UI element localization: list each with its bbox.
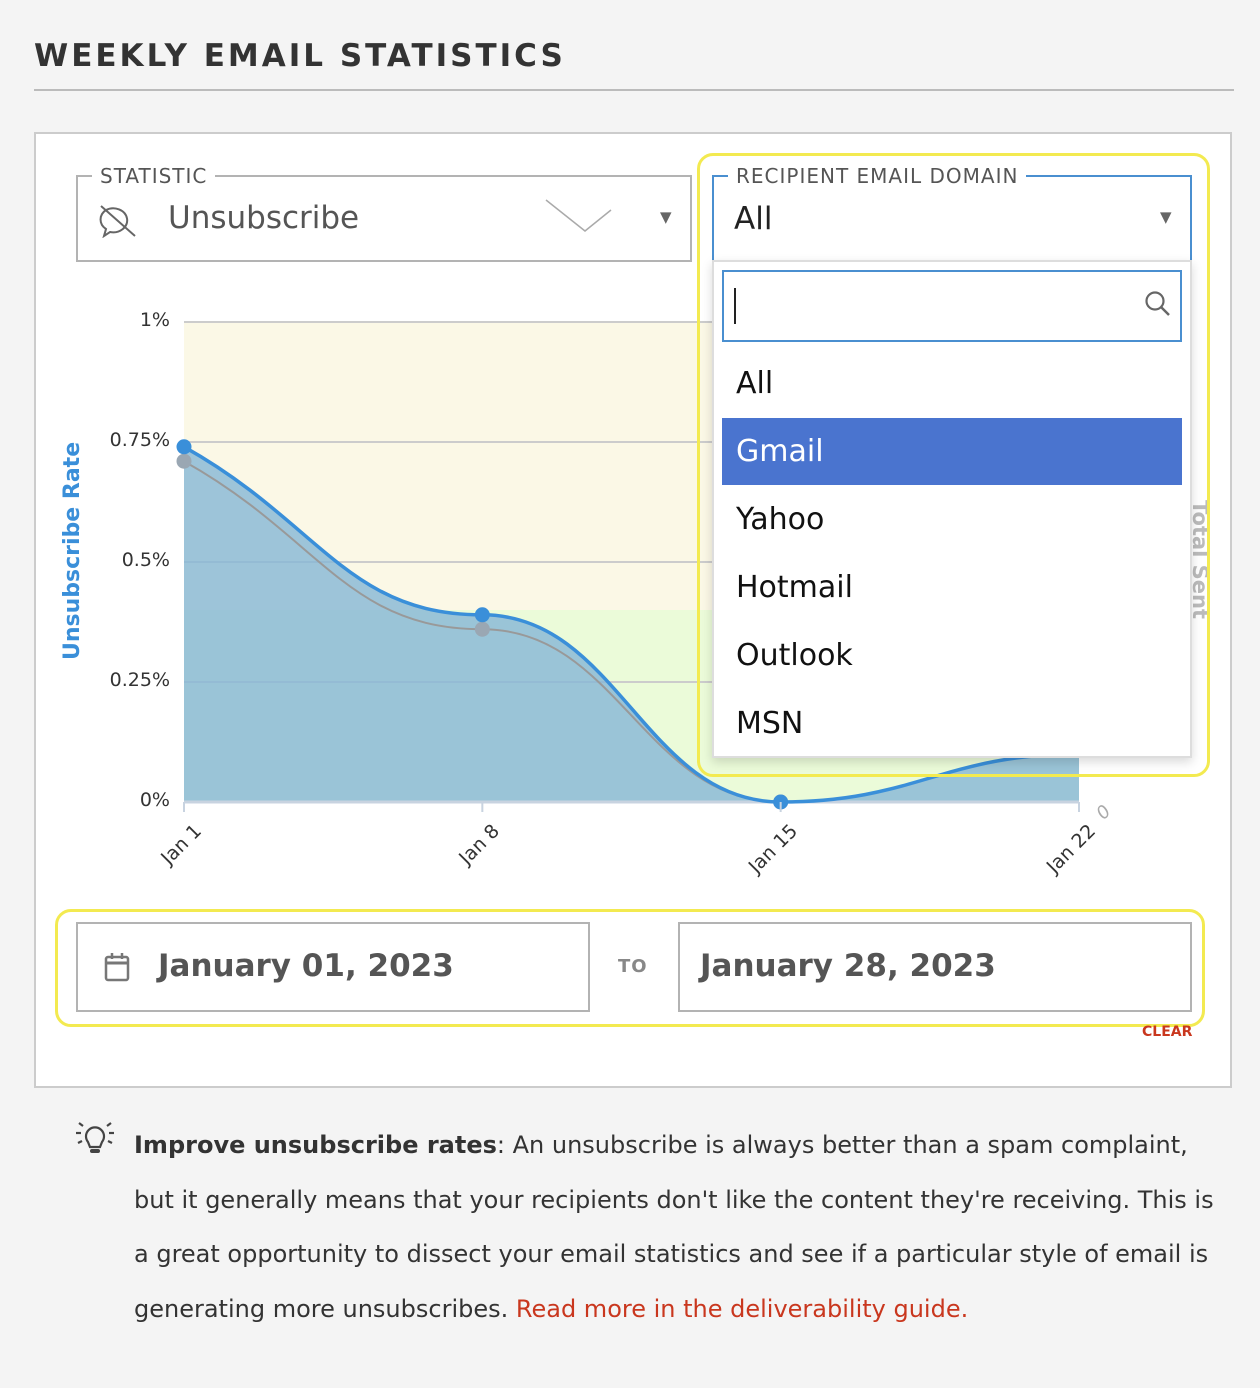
tip-text: Improve unsubscribe rates: An unsubscrib… xyxy=(134,1118,1214,1336)
y-tick-label: 0.25% xyxy=(109,669,170,691)
domain-search-input[interactable] xyxy=(722,270,1182,342)
to-label: TO xyxy=(618,956,648,977)
text-cursor xyxy=(734,288,736,324)
domain-value: All xyxy=(734,201,773,237)
caret-down-icon[interactable]: ▼ xyxy=(1160,208,1172,226)
calendar-icon xyxy=(104,953,130,982)
y-tick-label: 0.75% xyxy=(109,429,170,451)
domain-option[interactable]: Hotmail xyxy=(722,554,1182,621)
search-icon xyxy=(1145,291,1170,316)
y-axis-label: Unsubscribe Rate xyxy=(60,441,85,660)
y-tick-label: 0.5% xyxy=(121,549,170,571)
start-date: January 01, 2023 xyxy=(158,948,454,984)
domain-option[interactable]: All xyxy=(722,350,1182,417)
domain-option[interactable]: MSN xyxy=(722,690,1182,757)
deliverability-guide-link[interactable]: Read more in the deliverability guide. xyxy=(516,1295,968,1323)
end-date: January 28, 2023 xyxy=(700,948,996,984)
domain-option[interactable]: Outlook xyxy=(722,622,1182,689)
data-point xyxy=(474,621,490,637)
data-point xyxy=(474,607,490,623)
tip-title: Improve unsubscribe rates xyxy=(134,1131,497,1159)
data-point xyxy=(176,453,192,469)
domain-option[interactable]: Gmail xyxy=(722,418,1182,485)
data-point xyxy=(176,439,192,455)
domain-select[interactable] xyxy=(712,175,1192,262)
y-tick-label: 1% xyxy=(139,309,170,331)
lightbulb-icon xyxy=(76,1122,114,1153)
clear-button[interactable]: CLEAR xyxy=(1142,1024,1192,1040)
domain-label: RECIPIENT EMAIL DOMAIN xyxy=(728,164,1027,188)
y-tick-label: 0% xyxy=(139,789,170,811)
domain-option[interactable]: Yahoo xyxy=(722,486,1182,553)
